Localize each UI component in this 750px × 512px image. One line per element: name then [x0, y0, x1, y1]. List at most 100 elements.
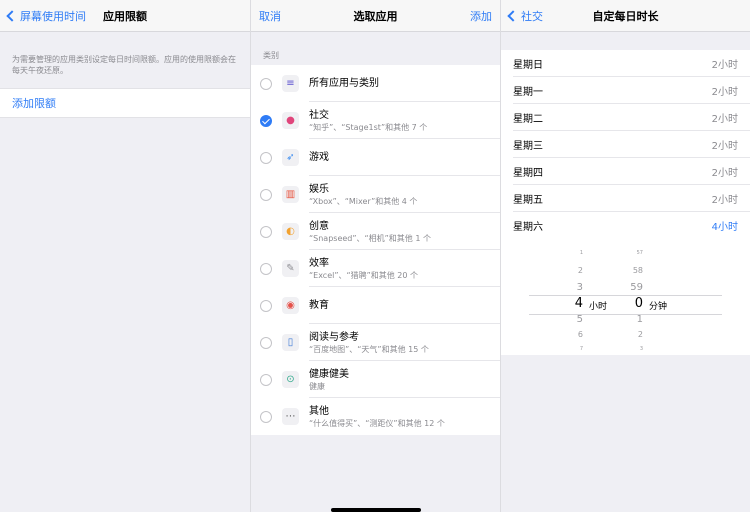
category-name: 游戏: [309, 152, 329, 163]
stack-icon: ≡: [282, 75, 299, 92]
day-label: 星期六: [513, 222, 543, 233]
category-text: 阅读与参考 “百度地图”、“天气”和其他 15 个: [309, 331, 429, 355]
day-row[interactable]: 星期一 2小时: [501, 77, 750, 104]
category-item[interactable]: ◉ 教育: [251, 287, 500, 324]
category-text: 娱乐 “Xbox”、“Mixer”和其他 4 个: [309, 183, 417, 207]
category-item[interactable]: ⋯ 其他 “什么值得买”、“测距仪”和其他 12 个: [251, 398, 500, 435]
category-name: 其他: [309, 405, 329, 417]
category-item[interactable]: ◐ 创意 “Snapseed”、“相机”和其他 1 个: [251, 213, 500, 250]
picker-value: 7: [579, 346, 583, 352]
category-name: 创意: [309, 220, 329, 232]
picker-value: 58: [632, 266, 643, 275]
choose-apps-screen: 取消 选取应用 添加 类别 ≡ 所有应用与类别 ● 社交 “知乎”、“Stage1st”…: [250, 0, 500, 512]
category-list: ≡ 所有应用与类别 ● 社交 “知乎”、“Stage1st”和其他 7 个 ➶ 游戏 ▥ 娱乐 “…: [251, 65, 500, 435]
radio-icon[interactable]: [260, 77, 272, 90]
category-subtitle: “Xbox”、“Mixer”和其他 4 个: [309, 196, 418, 206]
section-header: 类别: [263, 51, 279, 60]
picker-unit-label: 分钟: [649, 302, 668, 312]
palette-icon: ◐: [282, 223, 299, 240]
day-label: 星期三: [513, 141, 543, 152]
picker-value: 2: [637, 330, 643, 339]
day-label: 星期五: [513, 195, 543, 206]
radio-icon[interactable]: [260, 225, 272, 238]
category-item[interactable]: ⊙ 健康健美 健康: [251, 361, 500, 398]
add-limit-button[interactable]: 添加限额: [0, 88, 250, 118]
picker-value: 6: [577, 330, 583, 339]
picker-value: 0: [634, 296, 643, 311]
category-text: 社交 “知乎”、“Stage1st”和其他 7 个: [309, 109, 427, 133]
add-button[interactable]: 添加: [470, 8, 492, 24]
category-item[interactable]: ➶ 游戏: [251, 139, 500, 176]
back-button[interactable]: 屏幕使用时间: [6, 8, 86, 24]
navbar: 社交 自定每日时长: [501, 0, 750, 32]
category-item[interactable]: ✎ 效率 “Excel”、“猎聘”和其他 20 个: [251, 250, 500, 287]
category-item[interactable]: ● 社交 “知乎”、“Stage1st”和其他 7 个: [251, 102, 500, 139]
category-subtitle: “Excel”、“猎聘”和其他 20 个: [309, 270, 419, 280]
picker-value: 5: [576, 314, 583, 325]
picker-value: 1: [636, 314, 643, 325]
category-item[interactable]: ▯ 阅读与参考 “百度地图”、“天气”和其他 15 个: [251, 324, 500, 361]
popcorn-icon: ▥: [282, 186, 299, 203]
category-subtitle: 健康: [309, 381, 325, 391]
back-label: 屏幕使用时间: [20, 9, 86, 23]
pen-icon: ✎: [282, 260, 299, 277]
day-duration: 2小时: [711, 168, 738, 179]
custom-daily-screen: 社交 自定每日时长 星期日 2小时 星期一 2小时 星期二 2小时 星期三 2小时 星期四 2小时…: [500, 0, 750, 512]
category-text: 教育: [309, 299, 329, 312]
category-name: 健康健美: [309, 368, 349, 380]
picker-value: 59: [630, 282, 643, 293]
day-label: 星期二: [513, 114, 543, 125]
radio-icon[interactable]: [260, 151, 272, 164]
category-name: 娱乐: [309, 183, 329, 195]
category-subtitle: “Snapseed”、“相机”和其他 1 个: [309, 233, 431, 243]
book-icon: ▯: [282, 334, 299, 351]
radio-icon[interactable]: [260, 373, 272, 386]
category-text: 游戏: [309, 151, 329, 164]
more-dots-icon: ⋯: [282, 408, 299, 425]
picker-value: 4: [574, 296, 583, 311]
day-row[interactable]: 星期日 2小时: [501, 50, 750, 77]
radio-icon[interactable]: [260, 262, 272, 275]
picker-unit-label: 小时: [589, 302, 608, 312]
picker-value: 57: [636, 250, 643, 256]
radio-icon[interactable]: [260, 336, 272, 349]
category-text: 所有应用与类别: [309, 77, 379, 90]
day-row[interactable]: 星期二 2小时: [501, 104, 750, 131]
day-list: 星期日 2小时 星期一 2小时 星期二 2小时 星期三 2小时 星期四 2小时 星期五 2小时 星期六 4…: [501, 50, 750, 239]
home-indicator: [330, 508, 421, 512]
checkmark-radio-icon[interactable]: [260, 114, 272, 127]
day-label: 星期日: [513, 60, 543, 71]
description-text: 为需要管理的应用类别设定每日时间限额。应用的使用限额会在每天午夜还原。: [12, 55, 236, 75]
radio-icon[interactable]: [260, 299, 272, 312]
day-duration: 4小时: [711, 222, 738, 233]
rocket-icon: ➶: [282, 149, 299, 166]
page-title: 选取应用: [353, 9, 398, 23]
category-text: 创意 “Snapseed”、“相机”和其他 1 个: [309, 220, 431, 244]
cancel-button[interactable]: 取消: [259, 8, 281, 24]
category-subtitle: “百度地图”、“天气”和其他 15 个: [309, 344, 429, 354]
category-text: 效率 “Excel”、“猎聘”和其他 20 个: [309, 257, 418, 281]
category-name: 效率: [309, 257, 329, 269]
navbar: 屏幕使用时间 应用限额: [0, 0, 250, 32]
day-duration: 2小时: [711, 114, 738, 125]
category-item[interactable]: ≡ 所有应用与类别: [251, 65, 500, 102]
category-name: 教育: [309, 300, 329, 311]
day-row[interactable]: 星期三 2小时: [501, 131, 750, 158]
day-duration: 2小时: [711, 141, 738, 152]
category-item[interactable]: ▥ 娱乐 “Xbox”、“Mixer”和其他 4 个: [251, 176, 500, 213]
navbar: 取消 选取应用 添加: [251, 0, 500, 32]
radio-icon[interactable]: [260, 188, 272, 201]
back-label: 社交: [521, 9, 543, 23]
picker-value: 2: [577, 266, 583, 275]
bicycle-icon: ⊙: [282, 371, 299, 388]
picker-value: 3: [576, 282, 583, 293]
day-duration: 2小时: [711, 195, 738, 206]
back-button[interactable]: 社交: [507, 8, 543, 24]
day-row[interactable]: 星期四 2小时: [501, 158, 750, 185]
day-row[interactable]: 星期五 2小时: [501, 185, 750, 212]
day-row[interactable]: 星期六 4小时: [501, 212, 750, 239]
radio-icon[interactable]: [260, 410, 272, 423]
time-picker[interactable]: 1 2 3 4 5 6 7 57 58 59 0 1 2 3 小时 分钟: [501, 239, 750, 355]
day-label: 星期四: [513, 168, 543, 179]
globe-icon: ◉: [282, 297, 299, 314]
